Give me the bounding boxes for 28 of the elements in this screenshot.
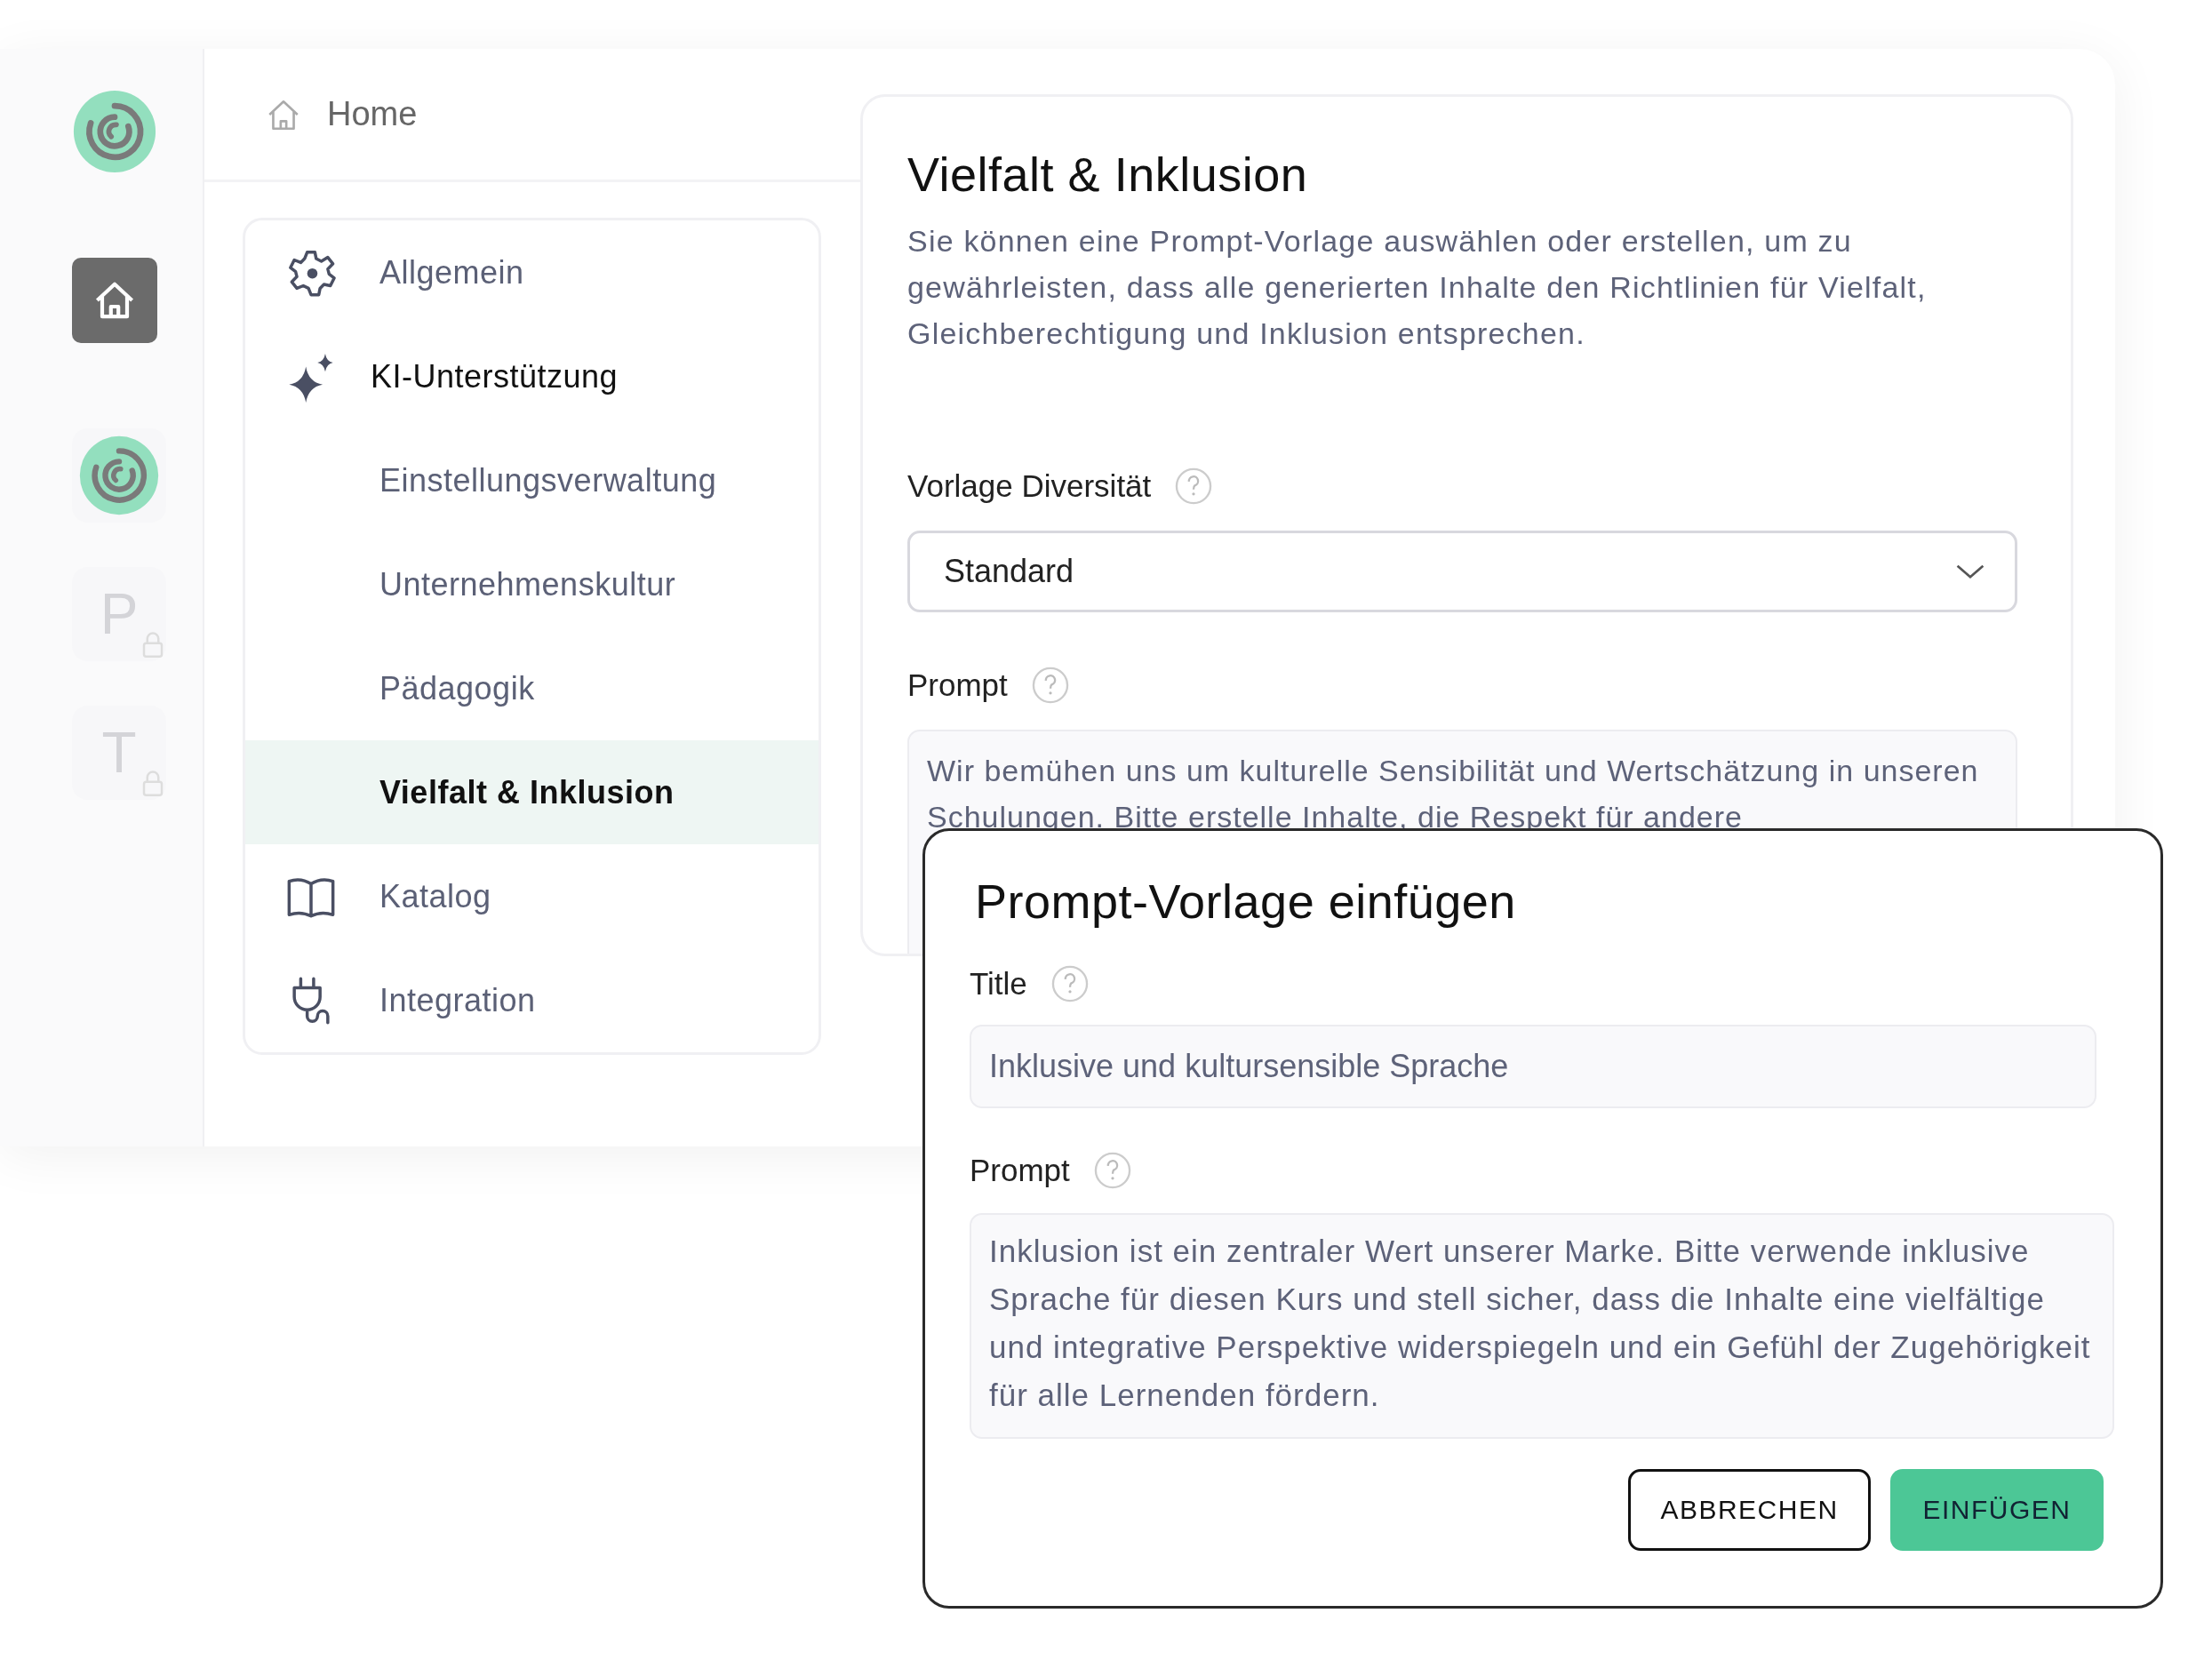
cancel-button[interactable]: ABBRECHEN	[1628, 1469, 1871, 1551]
section-description: Sie können eine Prompt-Vorlage auswählen oder erstellen, um zu gewährleisten, dass alle generierten Inhalte den Richtlinien für Vielfalt, Gleichberechtigung und Inklusion entsprechen.	[907, 223, 1928, 352]
dialog-title: Prompt-Vorlage einfügen	[974, 874, 1517, 930]
template-dropdown[interactable]: Standard	[907, 531, 2017, 612]
breadcrumb-link[interactable]: Home	[327, 95, 418, 133]
help-icon[interactable]	[1174, 467, 1214, 506]
menu-item[interactable]: Unternehmenskultur	[245, 532, 819, 636]
menu-item[interactable]: Integration	[245, 948, 819, 1052]
logo-icon	[78, 435, 160, 516]
field-label: Prompt	[970, 1153, 1070, 1188]
insert-button[interactable]: EINFÜGEN	[1890, 1469, 2104, 1551]
field-label: Title	[970, 966, 1027, 1002]
logo-icon[interactable]	[72, 89, 157, 174]
help-icon[interactable]	[1050, 964, 1090, 1003]
prompt-textarea[interactable]: Inklusion ist ein zentraler Wert unserer Marke. Bitte verwende inklusive Sprache für diesen Kurs und stell sicher, dass die Inhalte eine vielfältige und integrative Perspektive widerspiegeln und ein Gefühl der Zugehörigkeit für alle Lernenden fördern.	[970, 1213, 2114, 1439]
title-input[interactable]: Inklusive und kultursensible Sprache	[970, 1025, 2096, 1108]
menu-item[interactable]: Allgemein	[245, 220, 819, 324]
menu-item[interactable]: Vielfalt & Inklusion	[245, 740, 819, 844]
section-title: Vielfalt & Inklusion	[907, 147, 1309, 203]
menu-item[interactable]: Katalog	[245, 844, 819, 948]
help-icon[interactable]	[1030, 666, 1070, 705]
menu-item[interactable]: Einstellungsverwaltung	[245, 428, 819, 532]
field-label: Prompt	[907, 667, 1008, 703]
menu-item[interactable]: Pädagogik	[245, 636, 819, 740]
field-label: Vorlage Diversität	[907, 468, 1152, 504]
home-button[interactable]	[72, 258, 157, 343]
help-icon[interactable]	[1092, 1151, 1132, 1190]
menu-item[interactable]: KI-Unterstützung	[245, 324, 819, 428]
